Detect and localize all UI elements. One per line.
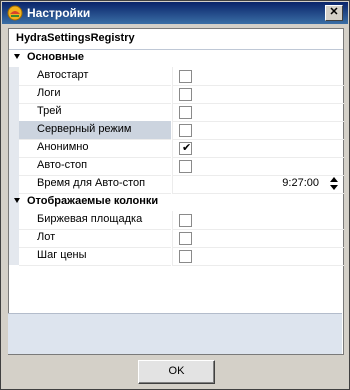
collapse-arrow-icon[interactable] (14, 198, 20, 203)
property-label-server-mode[interactable]: Серверный режим (19, 121, 171, 140)
window-title: Настройки (27, 6, 91, 20)
logs-checkbox[interactable] (179, 88, 192, 101)
ok-button[interactable]: OK (138, 360, 215, 384)
property-label-autostart[interactable]: Автостарт (19, 67, 171, 86)
category-row-main[interactable]: Основные (9, 49, 343, 67)
close-button[interactable]: ✕ (325, 5, 343, 21)
title-bar[interactable]: Настройки ✕ (2, 2, 348, 24)
property-value-autostart (172, 67, 344, 86)
property-label-lot[interactable]: Лот (19, 229, 171, 248)
property-label-text: Серверный режим (37, 123, 132, 135)
property-label-text: Авто-стоп (37, 159, 88, 171)
collapse-arrow-icon[interactable] (14, 54, 20, 59)
property-value-autostop (172, 157, 344, 176)
spin-down-icon[interactable] (330, 185, 338, 190)
property-label-autostop[interactable]: Авто-стоп (19, 157, 171, 176)
settings-window: Настройки ✕ HydraSettingsRegistry Основн… (0, 0, 350, 390)
property-label-text: Трей (37, 105, 62, 117)
row-margin (9, 211, 19, 265)
property-label-text: Биржевая площадка (37, 213, 143, 225)
tray-checkbox[interactable] (179, 106, 192, 119)
time-spinner[interactable] (326, 175, 342, 193)
property-value-exchange (172, 211, 344, 230)
property-label-text: Время для Авто-стоп (37, 177, 146, 189)
property-value-anonymous: ✔ (172, 139, 344, 158)
property-label-text: Логи (37, 87, 61, 99)
price-step-checkbox[interactable] (179, 250, 192, 263)
autostart-checkbox[interactable] (179, 70, 192, 83)
autostop-time-input[interactable]: 9:27:00 (173, 175, 323, 192)
property-label-price-step[interactable]: Шаг цены (19, 247, 171, 266)
property-label-exchange[interactable]: Биржевая площадка (19, 211, 171, 230)
grid-title: HydraSettingsRegistry (16, 32, 135, 44)
property-label-tray[interactable]: Трей (19, 103, 171, 122)
lot-checkbox[interactable] (179, 232, 192, 245)
property-value-autostop-time: 9:27:00 (172, 175, 344, 194)
description-panel (8, 313, 342, 354)
property-value-lot (172, 229, 344, 248)
close-icon: ✕ (329, 6, 339, 18)
row-margin (9, 67, 19, 211)
category-row-columns[interactable]: Отображаемые колонки (9, 193, 343, 211)
property-value-logs (172, 85, 344, 104)
property-label-autostop-time[interactable]: Время для Авто-стоп (19, 175, 171, 194)
category-label: Основные (27, 51, 84, 63)
property-label-text: Шаг цены (37, 249, 87, 261)
property-value-tray (172, 103, 344, 122)
server-mode-checkbox[interactable] (179, 124, 192, 137)
anonymous-checkbox[interactable]: ✔ (179, 142, 192, 155)
property-label-text: Автостарт (37, 69, 89, 81)
spin-up-icon[interactable] (330, 177, 338, 182)
checkmark-icon: ✔ (182, 142, 192, 154)
autostop-checkbox[interactable] (179, 160, 192, 173)
property-label-text: Лот (37, 231, 56, 243)
category-label: Отображаемые колонки (27, 195, 159, 207)
property-label-logs[interactable]: Логи (19, 85, 171, 104)
app-icon (7, 5, 23, 21)
exchange-checkbox[interactable] (179, 214, 192, 227)
time-value: 9:27:00 (282, 177, 319, 189)
property-label-anonymous[interactable]: Анонимно (19, 139, 171, 158)
property-grid: HydraSettingsRegistry Основные Автостарт… (8, 28, 344, 355)
property-grid-header: HydraSettingsRegistry (9, 29, 343, 50)
property-label-text: Анонимно (37, 141, 89, 153)
property-value-price-step (172, 247, 344, 266)
property-value-server-mode (172, 121, 344, 140)
